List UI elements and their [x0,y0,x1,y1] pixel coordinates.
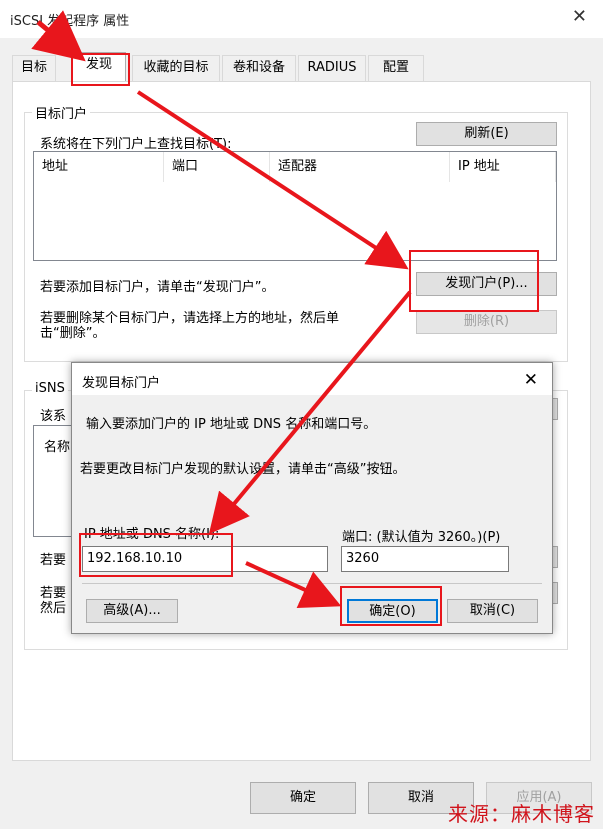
arrow-to-ok-button [245,561,342,608]
arrow-to-discovery-tab [31,10,86,62]
annotation-arrows [31,10,412,608]
watermark: 来源：麻木博客 [448,802,595,826]
arrow-to-discover-portal [136,90,409,270]
arrow-to-ip-input [208,290,412,535]
